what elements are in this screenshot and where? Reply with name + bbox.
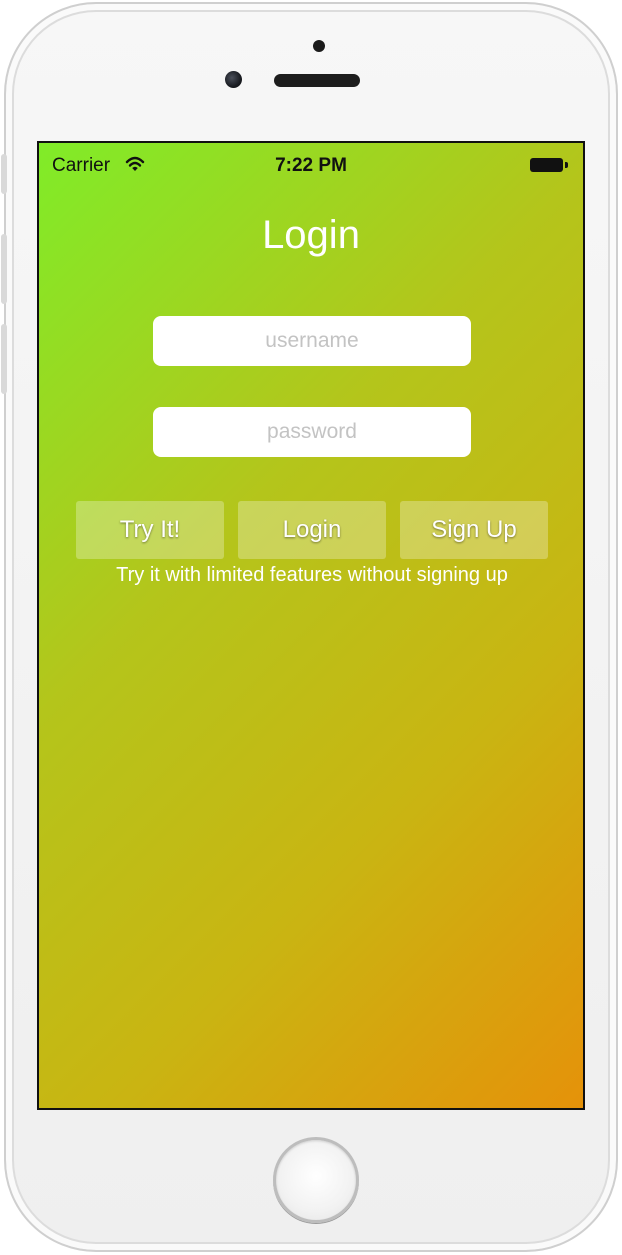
battery-tip <box>565 162 568 168</box>
proximity-sensor <box>313 40 325 52</box>
login-button[interactable]: Login <box>238 501 386 559</box>
try-it-hint: Try it with limited features without sig… <box>116 564 508 586</box>
status-time: 7:22 PM <box>275 155 347 176</box>
mute-switch <box>1 154 7 194</box>
volume-down-button <box>1 324 7 394</box>
password-input[interactable] <box>153 407 471 457</box>
home-button[interactable] <box>273 1137 359 1223</box>
username-input[interactable] <box>153 316 471 366</box>
sign-up-button[interactable]: Sign Up <box>400 501 548 559</box>
earpiece-speaker <box>274 74 360 87</box>
front-camera-icon <box>225 71 242 88</box>
battery-icon <box>530 158 563 172</box>
app-screen: Carrier 7:22 PM Login Try It! Login Sign… <box>37 141 585 1110</box>
status-bar: Carrier 7:22 PM <box>39 143 583 185</box>
try-it-button[interactable]: Try It! <box>76 501 224 559</box>
page-title: Login <box>262 213 360 257</box>
volume-up-button <box>1 234 7 304</box>
